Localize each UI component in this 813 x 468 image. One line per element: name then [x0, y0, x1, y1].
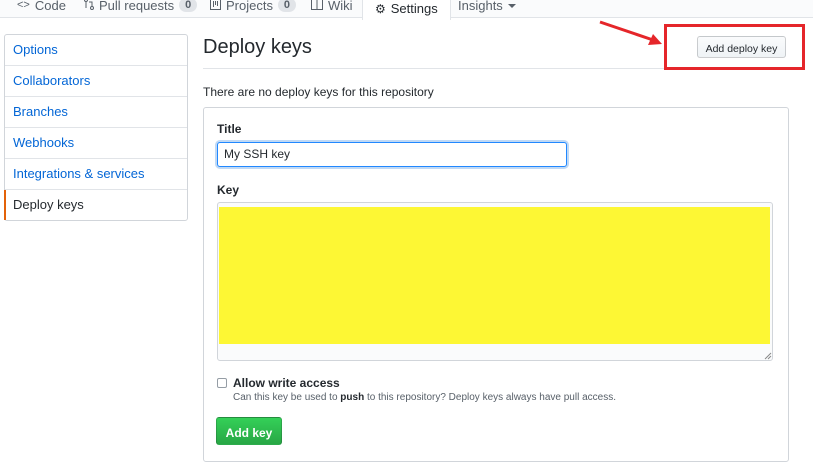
gear-icon: ⚙ [375, 1, 386, 16]
sidebar-item-deploy-keys[interactable]: Deploy keys [4, 190, 187, 220]
settings-menu: Options Collaborators Branches Webhooks … [4, 34, 188, 221]
title-input[interactable]: My SSH key [217, 142, 567, 167]
sidebar-item-branches[interactable]: Branches [5, 97, 187, 128]
add-key-button[interactable]: Add key [216, 417, 282, 445]
tab-code[interactable]: <> Code [17, 0, 66, 16]
code-icon: <> [17, 0, 30, 11]
key-label: Key [217, 183, 240, 197]
caret-down-icon [507, 4, 516, 8]
tab-projects[interactable]: Projects 0 [210, 0, 296, 16]
annotation-arrow-icon [599, 20, 662, 45]
note-prefix: Can this key be used to [233, 392, 341, 403]
tab-label: Insights [458, 0, 503, 13]
tab-label: Wiki [328, 0, 353, 13]
note-push: push [340, 392, 365, 403]
allow-write-note: Can this key be used to push to this rep… [233, 392, 616, 403]
project-icon [210, 0, 221, 13]
note-suffix: to this repository? Deploy keys always h… [364, 392, 616, 403]
tab-label: Settings [390, 1, 438, 16]
resize-grip-icon[interactable] [764, 352, 772, 360]
key-highlight [219, 207, 770, 344]
tab-insights[interactable]: Insights [458, 0, 516, 16]
repo-nav: <> Code Pull requests 0 Projects 0 Wiki … [0, 0, 813, 20]
count-badge: 0 [277, 0, 296, 12]
title-label: Title [217, 122, 242, 136]
annotation-highlight-box [664, 24, 805, 70]
tab-wiki[interactable]: Wiki [311, 0, 353, 16]
sidebar-item-integrations[interactable]: Integrations & services [5, 159, 187, 190]
sidebar-item-collaborators[interactable]: Collaborators [5, 66, 187, 97]
page-title: Deploy keys [203, 36, 312, 58]
empty-state-message: There are no deploy keys for this reposi… [203, 85, 434, 99]
allow-write-label[interactable]: Allow write access [233, 376, 340, 390]
wiki-icon [311, 0, 323, 13]
tab-pull-requests[interactable]: Pull requests 0 [84, 0, 198, 16]
pull-request-icon [84, 0, 94, 13]
count-badge: 0 [179, 0, 198, 12]
tab-label: Pull requests [99, 0, 175, 13]
tab-label: Code [34, 0, 66, 13]
sidebar-item-webhooks[interactable]: Webhooks [5, 128, 187, 159]
tab-settings[interactable]: ⚙ Settings [362, 0, 451, 20]
sidebar-item-options[interactable]: Options [5, 35, 187, 66]
tab-label: Projects [226, 0, 273, 13]
allow-write-checkbox[interactable] [217, 378, 227, 388]
